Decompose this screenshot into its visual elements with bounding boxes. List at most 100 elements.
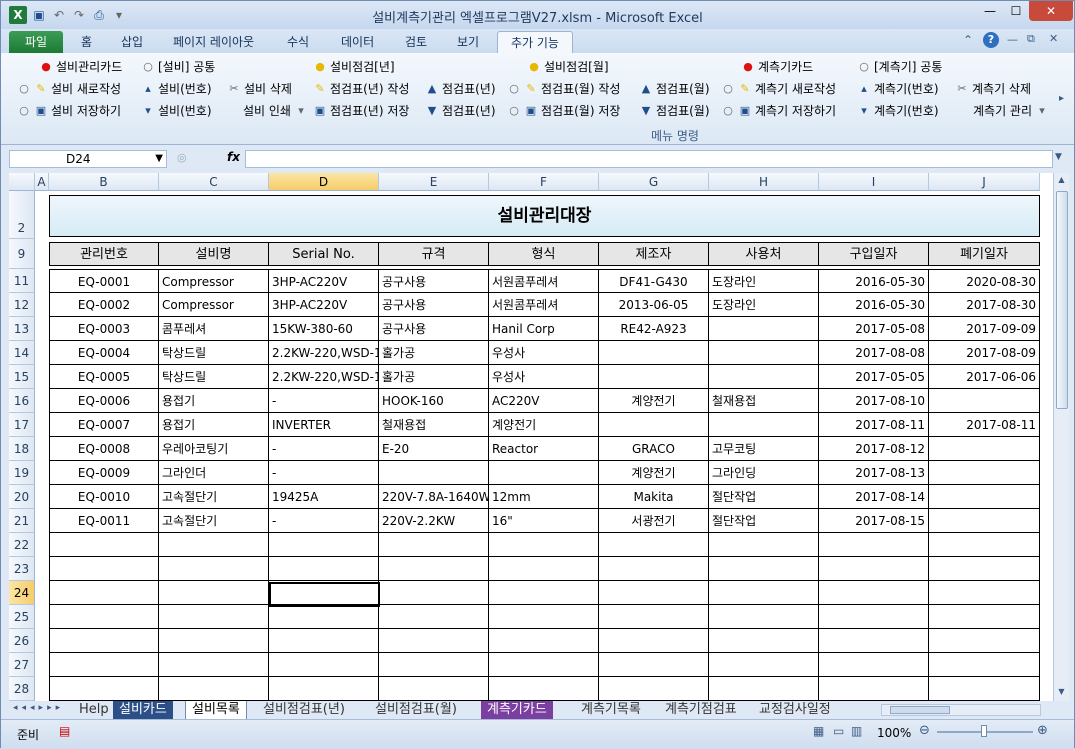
- table-cell[interactable]: [819, 581, 929, 605]
- worksheet-grid[interactable]: ABCDEFGHIJ 2 9 11 12 13 14 15 16 17 18 19 20 21 22 23 2…: [9, 173, 1053, 701]
- table-cell[interactable]: [269, 605, 379, 629]
- table-cell[interactable]: 2017-08-15: [819, 509, 929, 533]
- table-cell[interactable]: [819, 605, 929, 629]
- table-cell[interactable]: [379, 461, 489, 485]
- table-cell[interactable]: 절단작업: [709, 485, 819, 509]
- table-cell[interactable]: 12mm: [489, 485, 599, 509]
- table-cell[interactable]: [159, 581, 269, 605]
- ribbon-monthly-sheet-save[interactable]: ○ ▣ 점검표(월) 저장: [507, 101, 620, 121]
- table-cell[interactable]: [599, 365, 709, 389]
- table-cell[interactable]: [709, 605, 819, 629]
- table-cell[interactable]: 도장라인: [709, 293, 819, 317]
- table-header-cell[interactable]: 구입일자: [819, 242, 929, 266]
- collapse-ribbon-icon[interactable]: ⌃: [963, 33, 973, 47]
- table-cell[interactable]: 2017-08-13: [819, 461, 929, 485]
- row-header-2[interactable]: 2: [9, 191, 35, 239]
- ribbon-monthly-sheet-up[interactable]: ▲ 점검표(월): [639, 79, 710, 99]
- table-cell[interactable]: [489, 533, 599, 557]
- formula-input[interactable]: [245, 150, 1053, 168]
- table-cell[interactable]: [599, 677, 709, 701]
- table-cell[interactable]: 용접기: [159, 413, 269, 437]
- table-cell[interactable]: [599, 653, 709, 677]
- table-cell[interactable]: 2016-05-30: [819, 269, 929, 293]
- sheet-tab[interactable]: 계측기카드: [481, 701, 553, 719]
- table-cell[interactable]: [159, 557, 269, 581]
- table-cell[interactable]: [709, 365, 819, 389]
- table-cell[interactable]: [49, 605, 159, 629]
- name-box[interactable]: D24 ▼: [9, 150, 167, 168]
- table-cell[interactable]: [709, 317, 819, 341]
- ribbon-equipment-new[interactable]: ○ ✎ 설비 새로작성: [17, 79, 121, 99]
- row-header-21[interactable]: 21: [9, 509, 35, 533]
- column-header-g[interactable]: G: [599, 173, 709, 191]
- maximize-button[interactable]: ☐: [1003, 1, 1029, 21]
- table-cell[interactable]: 공구사용: [379, 317, 489, 341]
- table-cell[interactable]: [709, 533, 819, 557]
- workbook-restore-icon[interactable]: ⧉: [1027, 32, 1035, 46]
- table-cell[interactable]: 그라인딩: [709, 461, 819, 485]
- minimize-button[interactable]: —: [977, 1, 1003, 21]
- table-cell[interactable]: 2017-08-08: [819, 341, 929, 365]
- table-cell[interactable]: [599, 629, 709, 653]
- ribbon-yearly-sheet-up[interactable]: ▲ 점검표(년): [425, 79, 496, 99]
- ribbon-equipment-number-down[interactable]: ▾ 설비(번호): [141, 101, 211, 121]
- table-cell[interactable]: [489, 581, 599, 605]
- table-cell[interactable]: [709, 653, 819, 677]
- sheet-tab[interactable]: 설비점검표(월): [369, 701, 463, 719]
- ribbon-instrument-card[interactable]: ● 계측기카드: [741, 57, 813, 77]
- table-cell[interactable]: 3HP-AC220V: [269, 269, 379, 293]
- table-cell[interactable]: [599, 341, 709, 365]
- workbook-close-icon[interactable]: ✕: [1049, 32, 1058, 45]
- table-cell[interactable]: -: [269, 437, 379, 461]
- table-cell[interactable]: 2017-06-06: [929, 365, 1040, 389]
- row-header-18[interactable]: 18: [9, 437, 35, 461]
- select-all-corner[interactable]: [9, 173, 35, 191]
- row-header-14[interactable]: 14: [9, 341, 35, 365]
- table-cell[interactable]: [599, 413, 709, 437]
- close-button[interactable]: ✕: [1029, 1, 1073, 21]
- row-header-19[interactable]: 19: [9, 461, 35, 485]
- table-cell[interactable]: EQ-0007: [49, 413, 159, 437]
- horizontal-scrollbar[interactable]: [881, 704, 1041, 716]
- column-header-f[interactable]: F: [489, 173, 599, 191]
- table-cell[interactable]: 용접기: [159, 389, 269, 413]
- table-cell[interactable]: [709, 629, 819, 653]
- table-cell[interactable]: [709, 413, 819, 437]
- table-cell[interactable]: EQ-0003: [49, 317, 159, 341]
- zoom-in-icon[interactable]: ⊕: [1037, 723, 1048, 738]
- column-header-c[interactable]: C: [159, 173, 269, 191]
- table-cell[interactable]: [709, 557, 819, 581]
- table-cell[interactable]: 우성사: [489, 365, 599, 389]
- ribbon-equipment-print[interactable]: 설비 인쇄 ▾: [243, 101, 308, 121]
- row-header-22[interactable]: 22: [9, 533, 35, 557]
- table-cell[interactable]: 철재용접: [709, 389, 819, 413]
- column-header-b[interactable]: B: [49, 173, 159, 191]
- chevron-down-icon[interactable]: ▼: [155, 151, 163, 167]
- sheet-tab[interactable]: 계측기점검표: [659, 701, 743, 719]
- table-cell[interactable]: [599, 605, 709, 629]
- table-cell[interactable]: [269, 653, 379, 677]
- table-cell[interactable]: [929, 581, 1040, 605]
- tab-insert[interactable]: 삽입: [113, 31, 151, 53]
- table-cell[interactable]: [929, 605, 1040, 629]
- tab-data[interactable]: 데이터: [333, 31, 382, 53]
- table-cell[interactable]: 탁상드릴: [159, 365, 269, 389]
- table-header-cell[interactable]: 사용처: [709, 242, 819, 266]
- table-cell[interactable]: [709, 677, 819, 701]
- table-cell[interactable]: 서광전기: [599, 509, 709, 533]
- table-cell[interactable]: 2016-05-30: [819, 293, 929, 317]
- table-cell[interactable]: 콤푸레셔: [159, 317, 269, 341]
- table-cell[interactable]: [159, 605, 269, 629]
- table-cell[interactable]: [489, 677, 599, 701]
- help-icon[interactable]: ?: [983, 32, 999, 48]
- table-cell[interactable]: [159, 653, 269, 677]
- table-cell[interactable]: [709, 581, 819, 605]
- table-cell[interactable]: [929, 533, 1040, 557]
- expand-handle-icon[interactable]: ◎: [177, 151, 187, 164]
- tab-file[interactable]: 파일: [9, 31, 63, 53]
- table-cell[interactable]: [929, 437, 1040, 461]
- table-cell[interactable]: 절단작업: [709, 509, 819, 533]
- table-cell[interactable]: 2017-08-12: [819, 437, 929, 461]
- table-cell[interactable]: 2017-05-08: [819, 317, 929, 341]
- table-cell[interactable]: 2017-08-10: [819, 389, 929, 413]
